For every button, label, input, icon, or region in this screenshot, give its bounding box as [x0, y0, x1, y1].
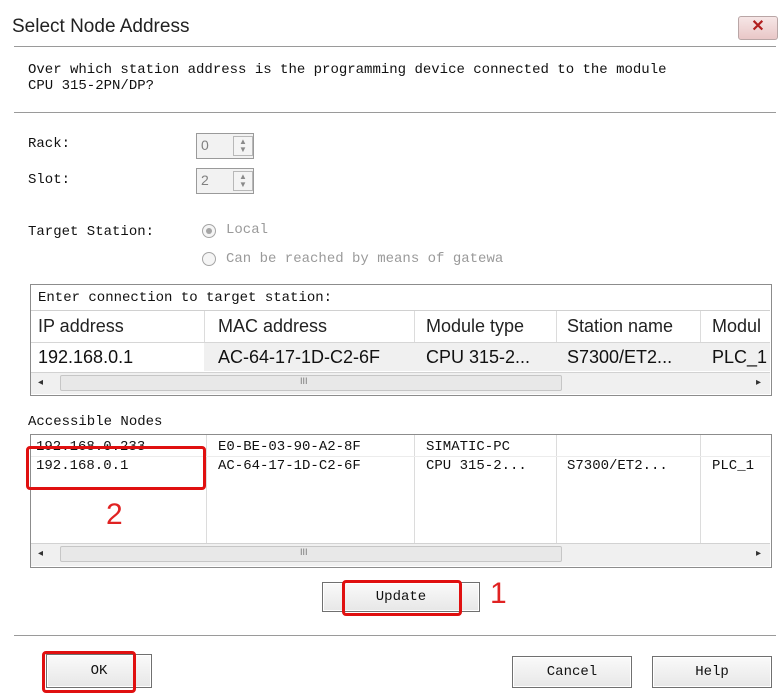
col-module-type[interactable]: Module type [426, 316, 524, 337]
connection-station-name: S7300/ET2... [567, 347, 673, 367]
close-icon: ✕ [751, 18, 765, 35]
grip-icon: III [300, 376, 308, 386]
connection-module: PLC_1 [712, 347, 768, 367]
slot-spinner[interactable]: 2 ▲ ▼ [196, 168, 254, 194]
cancel-button[interactable]: Cancel [512, 656, 632, 688]
col-mac-address[interactable]: MAC address [218, 316, 327, 337]
prompt-line-1: Over which station address is the progra… [28, 62, 667, 78]
annotation-step-1: 1 [490, 577, 507, 610]
connection-module-type: CPU 315-2... [426, 347, 531, 367]
prompt-text: Over which station address is the progra… [28, 62, 667, 94]
divider [14, 46, 776, 47]
rack-value: 0 [201, 137, 209, 153]
radio-local[interactable] [202, 224, 216, 238]
scroll-right-icon[interactable]: ▸ [756, 548, 761, 559]
slot-spin-buttons[interactable]: ▲ ▼ [233, 171, 253, 191]
radio-local-label: Local [226, 222, 269, 238]
slot-label: Slot: [28, 172, 71, 188]
help-button[interactable]: Help [652, 656, 772, 688]
scroll-thumb[interactable] [60, 546, 562, 562]
node-2-mac: AC-64-17-1D-C2-6F [218, 458, 361, 474]
highlight-box-ok [42, 651, 136, 693]
highlight-box-update [342, 580, 462, 616]
accessible-nodes-label: Accessible Nodes [28, 414, 163, 430]
slot-value: 2 [201, 172, 209, 188]
cancel-button-label: Cancel [546, 664, 598, 680]
close-button[interactable]: ✕ [738, 16, 778, 40]
scroll-right-icon[interactable]: ▸ [756, 377, 761, 388]
col-module[interactable]: Modul [712, 316, 770, 337]
spin-down-icon: ▼ [239, 180, 247, 189]
scroll-left-icon[interactable]: ◂ [38, 377, 43, 388]
rack-label: Rack: [28, 136, 71, 152]
node-1-mac: E0-BE-03-90-A2-8F [218, 439, 361, 455]
scroll-left-icon[interactable]: ◂ [38, 548, 43, 559]
connection-mac: AC-64-17-1D-C2-6F [218, 347, 381, 367]
scroll-thumb[interactable] [60, 375, 562, 391]
node-2-module-name: PLC_1 [712, 458, 755, 474]
col-ip-address[interactable]: IP address [38, 316, 124, 337]
node-1-module: SIMATIC-PC [426, 439, 511, 455]
highlight-box-node [26, 446, 206, 490]
node-2-module: CPU 315-2... [426, 458, 527, 474]
radio-gateway-label: Can be reached by means of gatewa [226, 251, 504, 267]
connection-ip-input[interactable]: 192.168.0.1 [38, 347, 133, 368]
prompt-line-2: CPU 315-2PN/DP? [28, 78, 155, 94]
target-station-label: Target Station: [28, 224, 155, 240]
connection-header: Enter connection to target station: [38, 290, 333, 306]
divider [14, 635, 776, 636]
rack-spinner[interactable]: 0 ▲ ▼ [196, 133, 254, 159]
node-2-station: S7300/ET2... [567, 458, 668, 474]
radio-gateway[interactable] [202, 252, 216, 266]
help-button-label: Help [695, 664, 729, 680]
grip-icon: III [300, 547, 308, 557]
spin-down-icon: ▼ [239, 145, 247, 154]
rack-spin-buttons[interactable]: ▲ ▼ [233, 136, 253, 156]
window-title: Select Node Address [12, 16, 190, 37]
annotation-step-2: 2 [106, 498, 123, 531]
col-station-name[interactable]: Station name [567, 316, 673, 337]
